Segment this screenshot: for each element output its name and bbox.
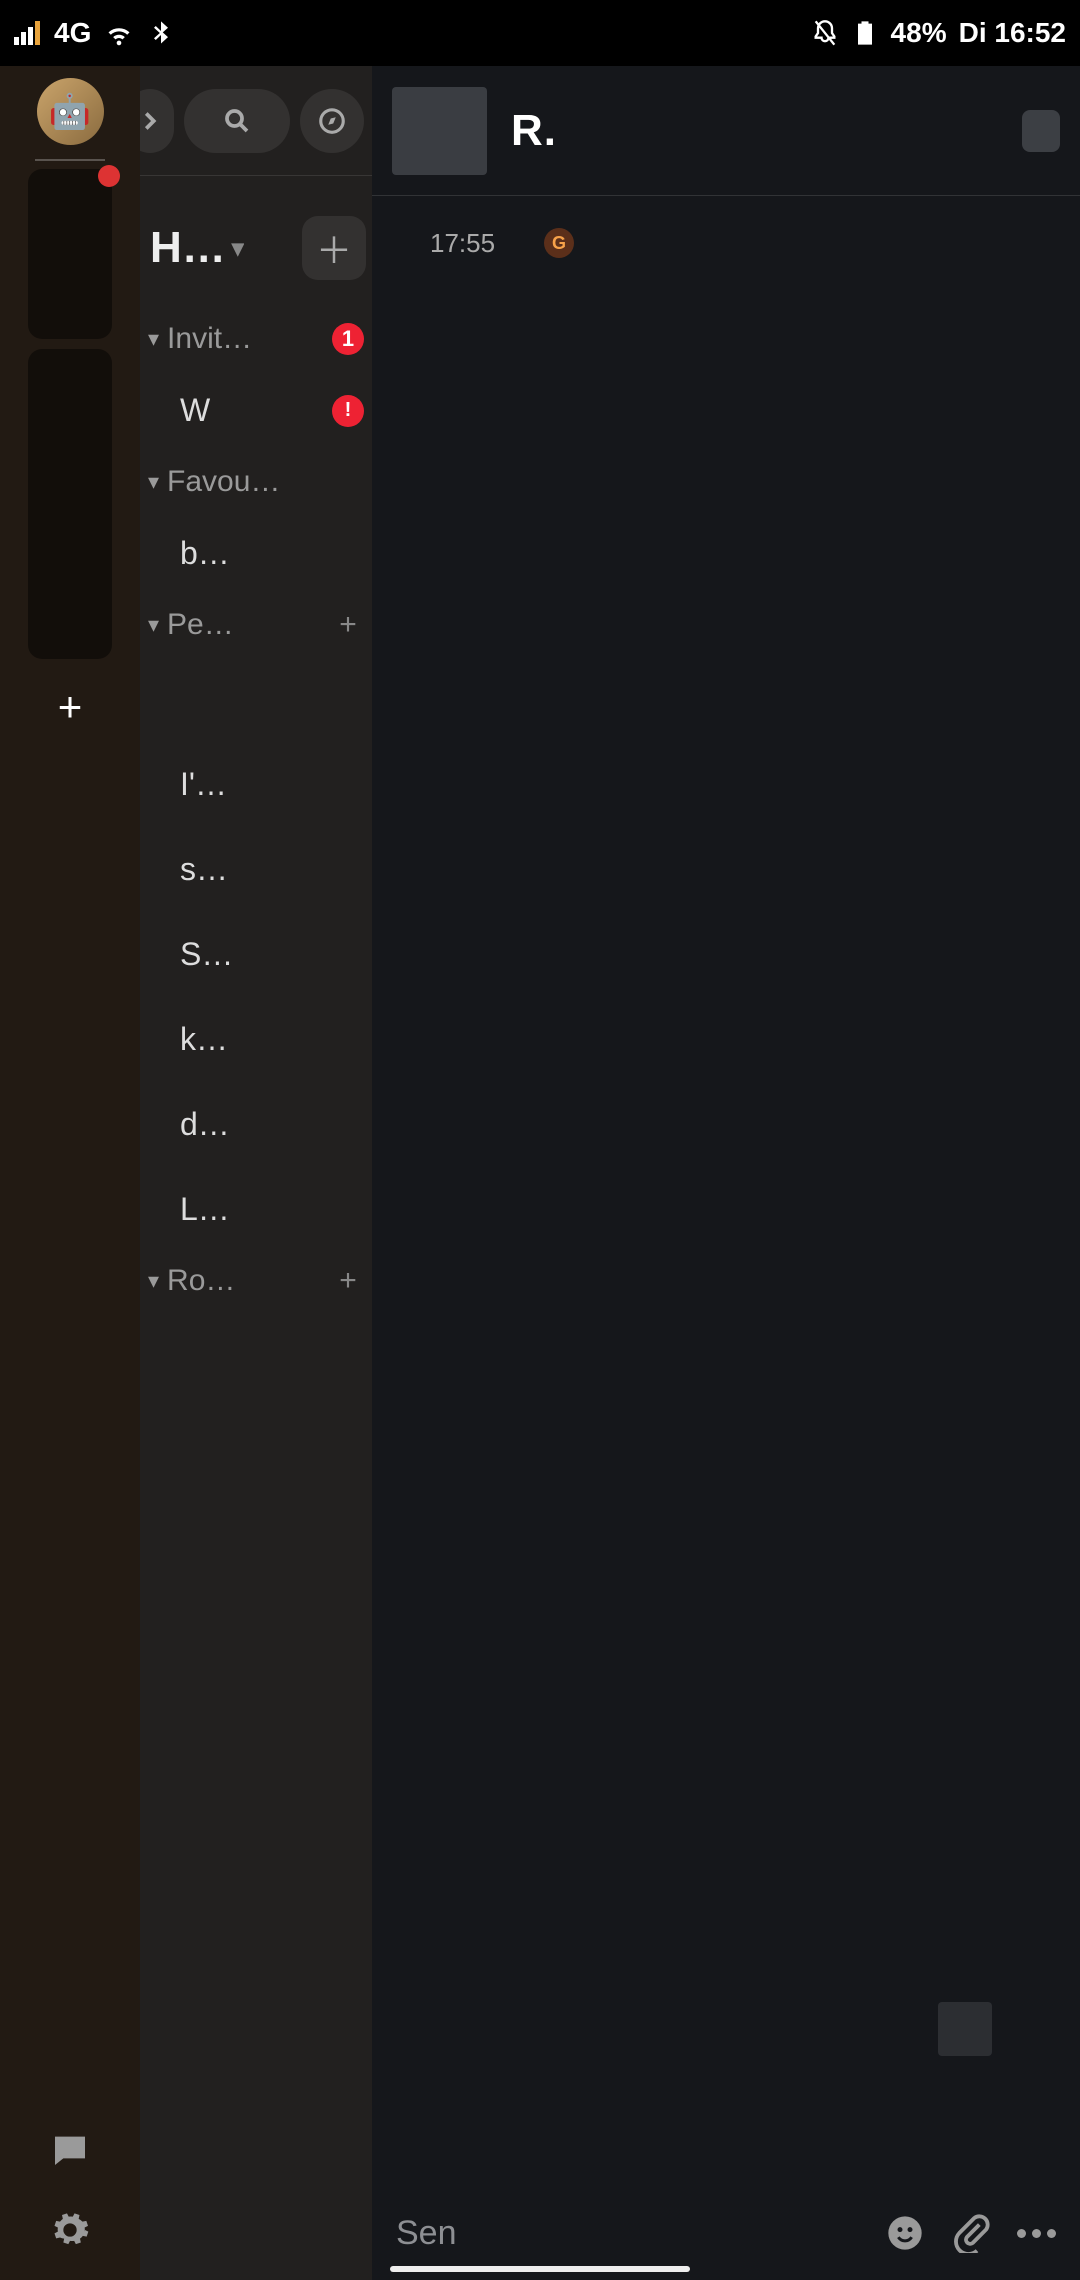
add-space-button[interactable]: + bbox=[50, 687, 90, 727]
chevron-down-icon: ▾ bbox=[148, 612, 159, 638]
messages-icon[interactable] bbox=[50, 2130, 90, 2170]
list-item[interactable]: I'… bbox=[140, 742, 372, 827]
avatar[interactable]: 🤖 bbox=[37, 78, 104, 145]
chevron-down-icon: ▾ bbox=[232, 234, 244, 263]
room-label: L… bbox=[180, 1191, 364, 1228]
alert-badge: ! bbox=[332, 395, 364, 427]
android-status-bar: 4G 48% Di 16:52 bbox=[0, 0, 1080, 66]
space-tile[interactable] bbox=[28, 349, 112, 659]
notification-dot bbox=[98, 165, 120, 187]
chevron-down-icon: ▾ bbox=[148, 326, 159, 352]
attachment-icon[interactable] bbox=[951, 2213, 991, 2253]
emoji-icon[interactable] bbox=[885, 2213, 925, 2253]
chat-panel: R. 17:55 G Sen bbox=[372, 66, 1080, 2280]
gesture-bar bbox=[390, 2266, 690, 2272]
room-label: S… bbox=[180, 936, 364, 973]
section-label: Favou… bbox=[167, 465, 364, 499]
section-favourites[interactable]: ▾ Favou… bbox=[140, 453, 372, 511]
room-label: k… bbox=[180, 1021, 364, 1058]
battery-percent: 48% bbox=[891, 17, 947, 49]
chevron-down-icon: ▾ bbox=[148, 469, 159, 495]
search-icon bbox=[222, 106, 252, 136]
scroll-to-bottom-button[interactable] bbox=[938, 2002, 992, 2056]
section-label: Pe… bbox=[167, 608, 324, 642]
rooms-sidebar: H… ▾ ＋ ▾ Invit… 1 W ! ▾ Favou… b… ▾ Pe… … bbox=[140, 66, 372, 2280]
divider bbox=[35, 159, 105, 161]
list-item[interactable]: k… bbox=[140, 997, 372, 1082]
bluetooth-icon bbox=[147, 19, 175, 47]
list-item[interactable]: s… bbox=[140, 827, 372, 912]
sender-badge: G bbox=[544, 228, 574, 258]
more-icon[interactable] bbox=[1017, 2229, 1056, 2238]
space-tile[interactable] bbox=[28, 169, 112, 339]
list-item[interactable]: b… bbox=[140, 511, 372, 596]
signal-icon bbox=[14, 21, 40, 45]
header-action-button[interactable] bbox=[1022, 110, 1060, 152]
search-button[interactable] bbox=[184, 89, 290, 153]
section-rooms[interactable]: ▾ Ro… + bbox=[140, 1252, 372, 1310]
gear-icon[interactable] bbox=[50, 2210, 90, 2250]
room-label: s… bbox=[180, 851, 364, 888]
spaces-sidebar: 🤖 + bbox=[0, 66, 140, 2280]
network-type: 4G bbox=[54, 17, 91, 49]
room-label: d… bbox=[180, 1106, 364, 1143]
section-label: Invit… bbox=[167, 322, 324, 356]
chevron-down-icon: ▾ bbox=[148, 1268, 159, 1294]
add-room-button[interactable]: + bbox=[332, 1264, 364, 1298]
explore-button[interactable] bbox=[300, 89, 364, 153]
add-person-button[interactable]: + bbox=[332, 608, 364, 642]
chat-title: R. bbox=[511, 106, 557, 156]
invite-item[interactable]: W ! bbox=[140, 368, 372, 453]
mute-icon bbox=[811, 19, 839, 47]
expand-button[interactable] bbox=[140, 89, 174, 153]
chevron-right-icon bbox=[140, 106, 165, 136]
wifi-icon bbox=[105, 19, 133, 47]
space-title[interactable]: H… ▾ bbox=[150, 223, 244, 273]
add-button[interactable]: ＋ bbox=[302, 216, 366, 280]
notification-badge: 1 bbox=[332, 323, 364, 355]
message-area[interactable]: 17:55 G bbox=[372, 196, 1080, 2186]
section-label: Ro… bbox=[167, 1264, 324, 1298]
compass-icon bbox=[317, 106, 347, 136]
message-timestamp: 17:55 bbox=[430, 228, 495, 259]
room-label: I'… bbox=[180, 766, 364, 803]
room-label: W bbox=[180, 392, 322, 429]
message-input[interactable]: Sen bbox=[396, 2214, 859, 2253]
chat-avatar[interactable] bbox=[392, 87, 487, 175]
battery-icon bbox=[851, 19, 879, 47]
status-time: Di 16:52 bbox=[959, 17, 1066, 49]
list-item[interactable] bbox=[140, 654, 372, 742]
section-invites[interactable]: ▾ Invit… 1 bbox=[140, 310, 372, 368]
section-people[interactable]: ▾ Pe… + bbox=[140, 596, 372, 654]
room-label: b… bbox=[180, 535, 364, 572]
list-item[interactable]: d… bbox=[140, 1082, 372, 1167]
chat-header[interactable]: R. bbox=[372, 66, 1080, 196]
list-item[interactable]: S… bbox=[140, 912, 372, 997]
space-title-text: H… bbox=[150, 223, 226, 273]
list-item[interactable]: L… bbox=[140, 1167, 372, 1252]
